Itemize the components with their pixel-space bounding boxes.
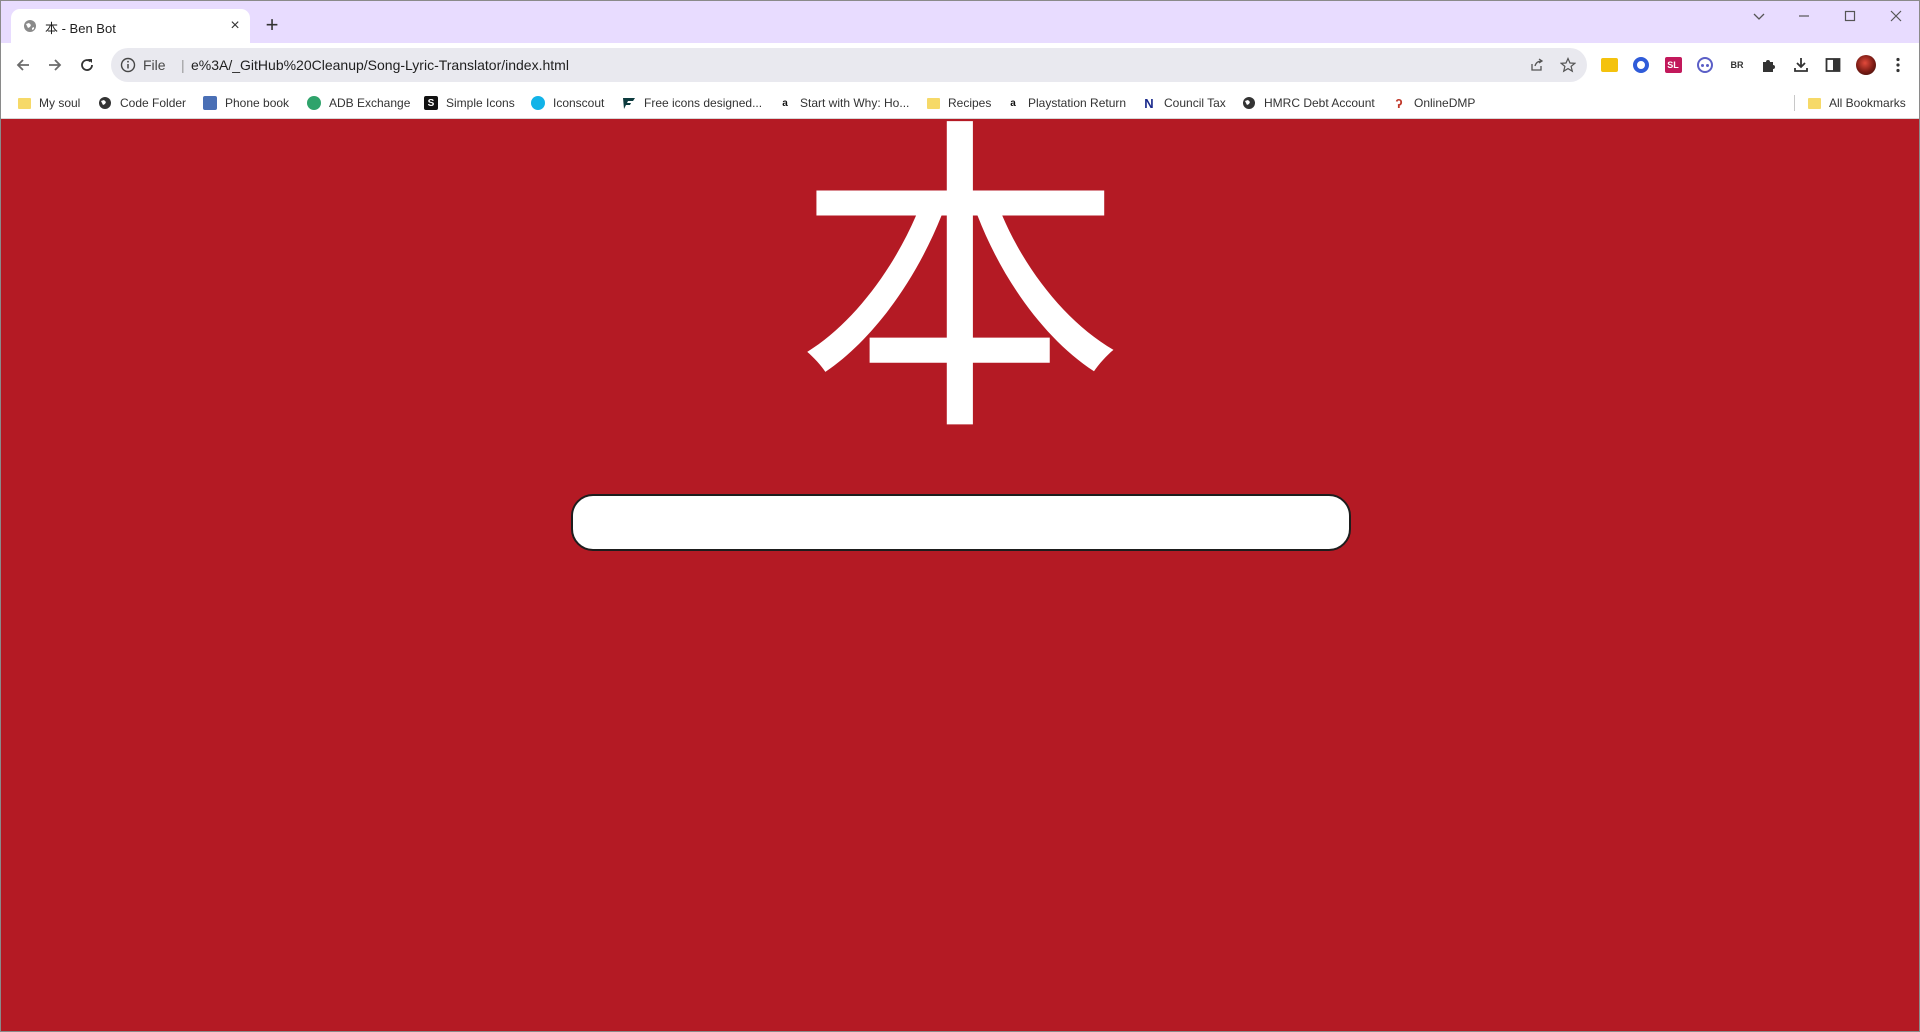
tab-close-button[interactable]: × [226,17,244,35]
close-window-icon[interactable] [1884,7,1908,25]
flaticon-icon [622,96,636,110]
globe-icon [98,96,112,110]
bookmark-hmrc-debt-account[interactable]: HMRC Debt Account [1242,93,1375,113]
book-icon [203,96,217,110]
minimize-icon[interactable] [1792,7,1816,25]
folder-icon [1807,96,1821,110]
share-icon[interactable] [1528,56,1546,74]
url-text[interactable]: e%3A/_GitHub%20Cleanup/Song-Lyric-Transl… [191,57,569,73]
bookmark-iconscout[interactable]: Iconscout [531,93,604,113]
tab-strip: 本 - Ben Bot × + [1,1,1919,43]
extension-br-icon[interactable]: BR [1727,55,1747,75]
url-scheme-label: File [143,57,166,73]
n-logo-icon: N [1144,95,1154,111]
extension-sl-icon[interactable]: SL [1663,55,1683,75]
maximize-icon[interactable] [1838,7,1862,25]
page-title: 本 [795,92,1125,476]
side-panel-icon[interactable] [1823,55,1843,75]
all-bookmarks-label: All Bookmarks [1829,96,1906,110]
bookmarks-divider [1794,95,1795,111]
address-bar[interactable]: File | e%3A/_GitHub%20Cleanup/Song-Lyric… [111,48,1587,82]
bookmark-label: Council Tax [1164,96,1226,110]
extension-yellow-icon[interactable] [1599,55,1619,75]
bookmark-label: Free icons designed... [644,96,763,110]
bookmark-code-folder[interactable]: Code Folder [98,93,186,113]
bookmark-phone-book[interactable]: Phone book [203,93,289,113]
extensions-puzzle-icon[interactable] [1759,55,1779,75]
bookmark-label: Simple Icons [446,96,515,110]
all-bookmarks-button[interactable]: All Bookmarks [1807,93,1906,113]
back-icon[interactable] [10,52,36,78]
bookmark-simple-icons[interactable]: S Simple Icons [424,93,515,113]
extension-blue-ring-icon[interactable] [1631,55,1651,75]
bookmark-council-tax[interactable]: N Council Tax [1142,93,1226,113]
tab-title: 本 - Ben Bot [45,21,116,36]
tab-active[interactable]: 本 - Ben Bot × [11,9,250,43]
bookmark-label: Code Folder [120,96,187,110]
info-icon[interactable] [119,56,137,74]
bookmark-free-icons[interactable]: Free icons designed... [622,93,762,113]
simple-icons-icon: S [424,96,438,110]
bookmark-label: My soul [39,96,81,110]
download-icon[interactable] [1791,55,1811,75]
bookmark-label: Iconscout [553,96,605,110]
new-tab-button[interactable]: + [262,14,282,36]
bookmark-adb-exchange[interactable]: ADB Exchange [307,93,410,113]
reload-icon[interactable] [74,52,100,78]
menu-icon[interactable] [1888,55,1908,75]
globe-icon [1242,96,1256,110]
extension-br-label: BR [1730,60,1744,70]
extension-sl-label: SL [1664,57,1682,73]
toolbar: File | e%3A/_GitHub%20Cleanup/Song-Lyric… [1,43,1919,87]
bookmark-label: Phone book [225,96,290,110]
folder-icon [17,96,31,110]
globe-icon [24,20,36,32]
browser-window: 本 - Ben Bot × + File | e%3A/_GitHub%20Cl… [0,0,1920,1032]
bookmark-label: HMRC Debt Account [1264,96,1375,110]
extension-robot-icon[interactable] [1695,55,1715,75]
url-separator: | [181,57,185,73]
bookmark-star-icon[interactable] [1559,56,1577,74]
forward-icon[interactable] [42,52,68,78]
amazon-icon: a [782,97,788,109]
adb-icon [307,96,321,110]
search-input[interactable] [571,494,1351,551]
tab-search-icon[interactable] [1747,7,1771,25]
bookmark-onlinedmp[interactable]: ʔ OnlineDMP [1392,93,1475,113]
bookmark-my-soul[interactable]: My soul [17,93,80,113]
avatar[interactable] [1856,55,1876,75]
bookmark-label: ADB Exchange [329,96,411,110]
iconscout-icon [531,96,545,110]
onlinedmp-icon: ʔ [1395,95,1403,111]
bookmark-label: OnlineDMP [1414,96,1476,110]
